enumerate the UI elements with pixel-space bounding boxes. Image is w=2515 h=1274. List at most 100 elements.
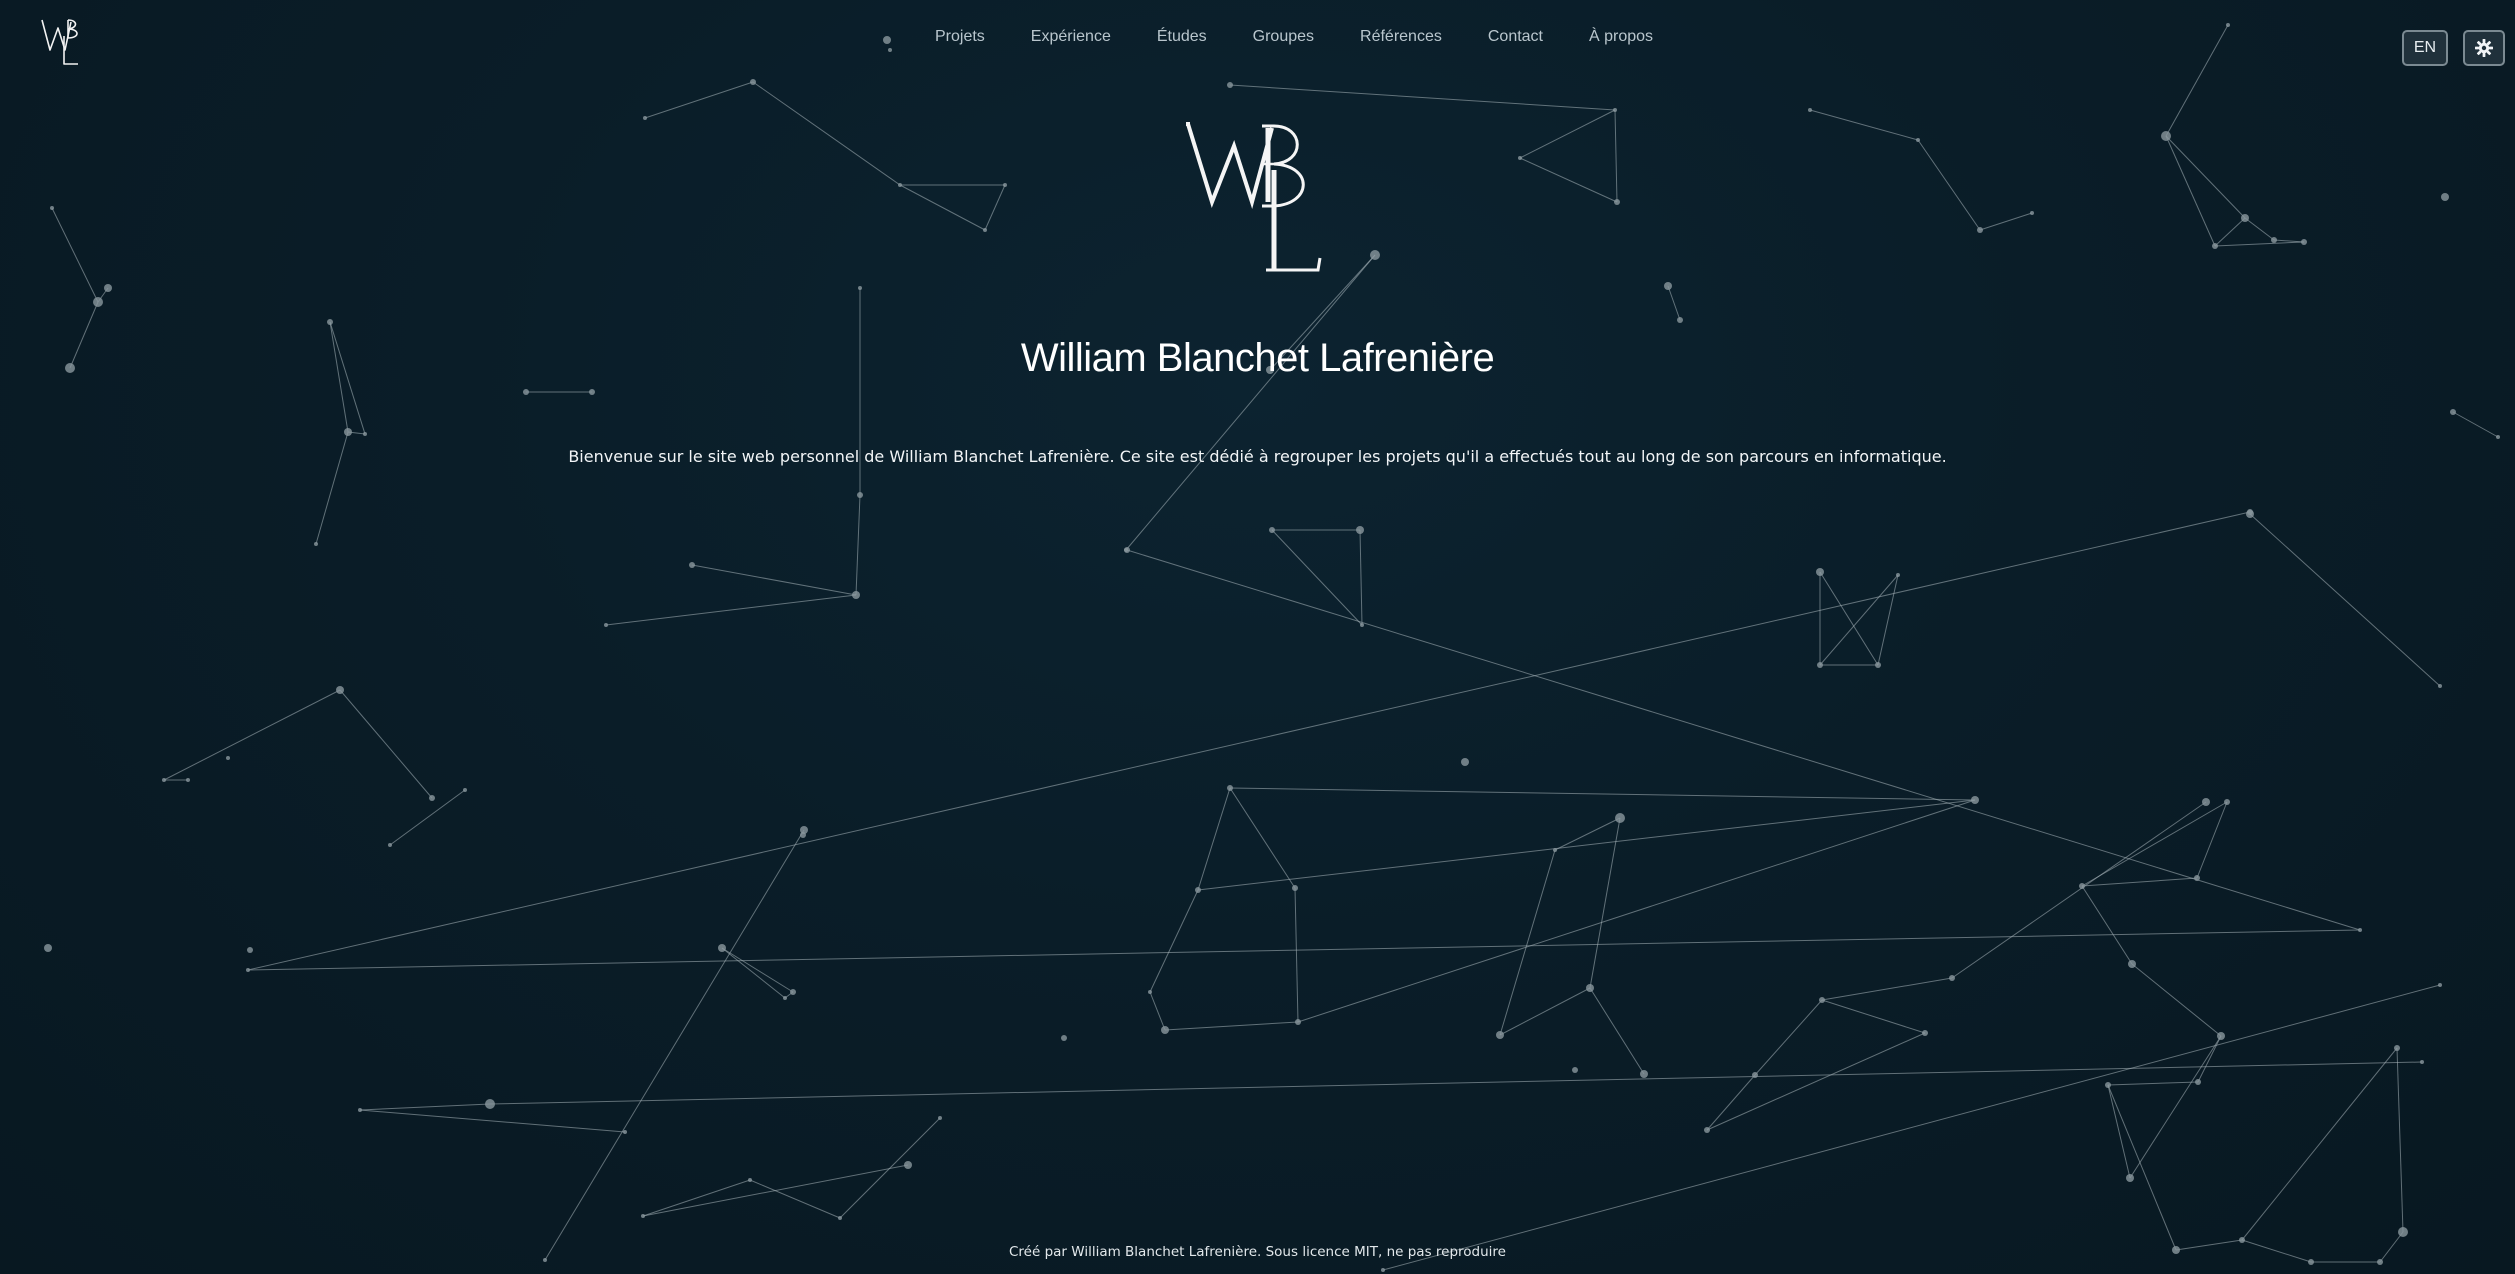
- network-node: [2194, 875, 2200, 881]
- network-node: [247, 947, 253, 953]
- network-node: [623, 1130, 627, 1134]
- nav-item-etudes[interactable]: Études: [1157, 28, 1207, 46]
- network-link: [2452, 411, 2499, 438]
- network-node: [641, 1214, 645, 1218]
- network-node: [314, 542, 318, 546]
- network-link: [247, 511, 2251, 971]
- network-node: [50, 206, 54, 210]
- network-node: [1360, 623, 1364, 627]
- network-node: [2195, 1079, 2201, 1085]
- network-node: [983, 228, 987, 232]
- network-node: [162, 778, 166, 782]
- network-link: [1499, 849, 1556, 1036]
- network-link: [2165, 135, 2216, 247]
- network-node: [1553, 848, 1557, 852]
- network-node: [463, 788, 467, 792]
- network-link: [1667, 285, 1681, 321]
- network-link: [1819, 574, 1899, 666]
- network-node: [1586, 984, 1594, 992]
- network-node: [327, 319, 333, 325]
- network-node: [1461, 758, 1469, 766]
- network-node: [2496, 435, 2500, 439]
- network-link: [2081, 885, 2133, 965]
- network-link: [1589, 987, 1645, 1075]
- network-node: [1496, 1031, 1504, 1039]
- network-node: [2239, 1237, 2245, 1243]
- network-node: [1148, 990, 1152, 994]
- network-link: [1125, 254, 1376, 551]
- network-node: [93, 297, 103, 307]
- network-node: [186, 778, 190, 782]
- network-node: [689, 562, 695, 568]
- network-link: [644, 81, 754, 119]
- network-node: [1370, 250, 1380, 260]
- network-node: [748, 1178, 752, 1182]
- network-node: [336, 686, 344, 694]
- network-link: [1294, 887, 1299, 1023]
- network-link: [163, 689, 341, 781]
- network-node: [485, 1099, 495, 1109]
- network-node: [2438, 983, 2442, 987]
- nav-item-groupes[interactable]: Groupes: [1253, 28, 1314, 46]
- network-node: [1518, 156, 1522, 160]
- network-link: [721, 947, 794, 993]
- network-node: [1381, 1268, 1385, 1272]
- network-link: [1229, 84, 1616, 111]
- network-node: [2224, 799, 2230, 805]
- network-node: [2079, 883, 2085, 889]
- network-node: [1808, 108, 1812, 112]
- nav-item-experience[interactable]: Expérience: [1031, 28, 1111, 46]
- network-link: [1197, 799, 1976, 891]
- network-node: [1227, 785, 1233, 791]
- footer-credit: Créé par William Blanchet Lafrenière. So…: [1009, 1244, 1506, 1260]
- network-link: [2273, 239, 2305, 243]
- nav-item-a-propos[interactable]: À propos: [1589, 28, 1653, 46]
- network-node: [1875, 662, 1881, 668]
- network-link: [1589, 817, 1621, 989]
- network-node: [898, 183, 902, 187]
- network-node: [2450, 409, 2456, 415]
- theme-toggle-button[interactable]: [2463, 30, 2505, 66]
- network-node: [2420, 1060, 2424, 1064]
- network-node: [800, 826, 808, 834]
- network-link: [1979, 212, 2033, 231]
- network-link: [899, 184, 986, 231]
- network-link: [51, 207, 99, 303]
- network-node: [1640, 1070, 1648, 1078]
- network-link: [1706, 1032, 1926, 1131]
- network-link: [2197, 1035, 2222, 1083]
- language-toggle-button[interactable]: EN: [2402, 30, 2448, 66]
- network-link: [1821, 977, 1953, 1001]
- main-navigation: Projets Expérience Études Groupes Référe…: [935, 28, 1653, 46]
- network-node: [1572, 1067, 1578, 1073]
- network-link: [1754, 999, 1823, 1076]
- network-link: [1917, 139, 1981, 231]
- network-link: [247, 929, 2361, 971]
- network-link: [1229, 787, 1296, 889]
- network-link: [1706, 1074, 1756, 1131]
- network-node: [1292, 885, 1298, 891]
- network-link: [1821, 999, 1926, 1034]
- nav-item-projets[interactable]: Projets: [935, 28, 985, 46]
- network-node: [1677, 317, 1683, 323]
- network-node: [783, 996, 787, 1000]
- network-node: [523, 389, 529, 395]
- network-link: [359, 1109, 626, 1133]
- network-node: [1227, 82, 1233, 88]
- network-node: [2212, 243, 2218, 249]
- nav-item-references[interactable]: Références: [1360, 28, 1442, 46]
- network-link: [1819, 571, 1879, 666]
- network-node: [2398, 1227, 2408, 1237]
- network-node: [1161, 1026, 1169, 1034]
- network-node: [2247, 509, 2253, 515]
- site-logo[interactable]: [40, 14, 90, 70]
- network-node: [1817, 662, 1823, 668]
- network-link: [1164, 1021, 1299, 1031]
- network-link: [2129, 1035, 2222, 1179]
- network-node: [2394, 1045, 2400, 1051]
- gear-icon: [2475, 39, 2493, 57]
- network-node: [858, 286, 862, 290]
- network-node: [363, 432, 367, 436]
- network-link: [2249, 513, 2441, 687]
- nav-item-contact[interactable]: Contact: [1488, 28, 1543, 46]
